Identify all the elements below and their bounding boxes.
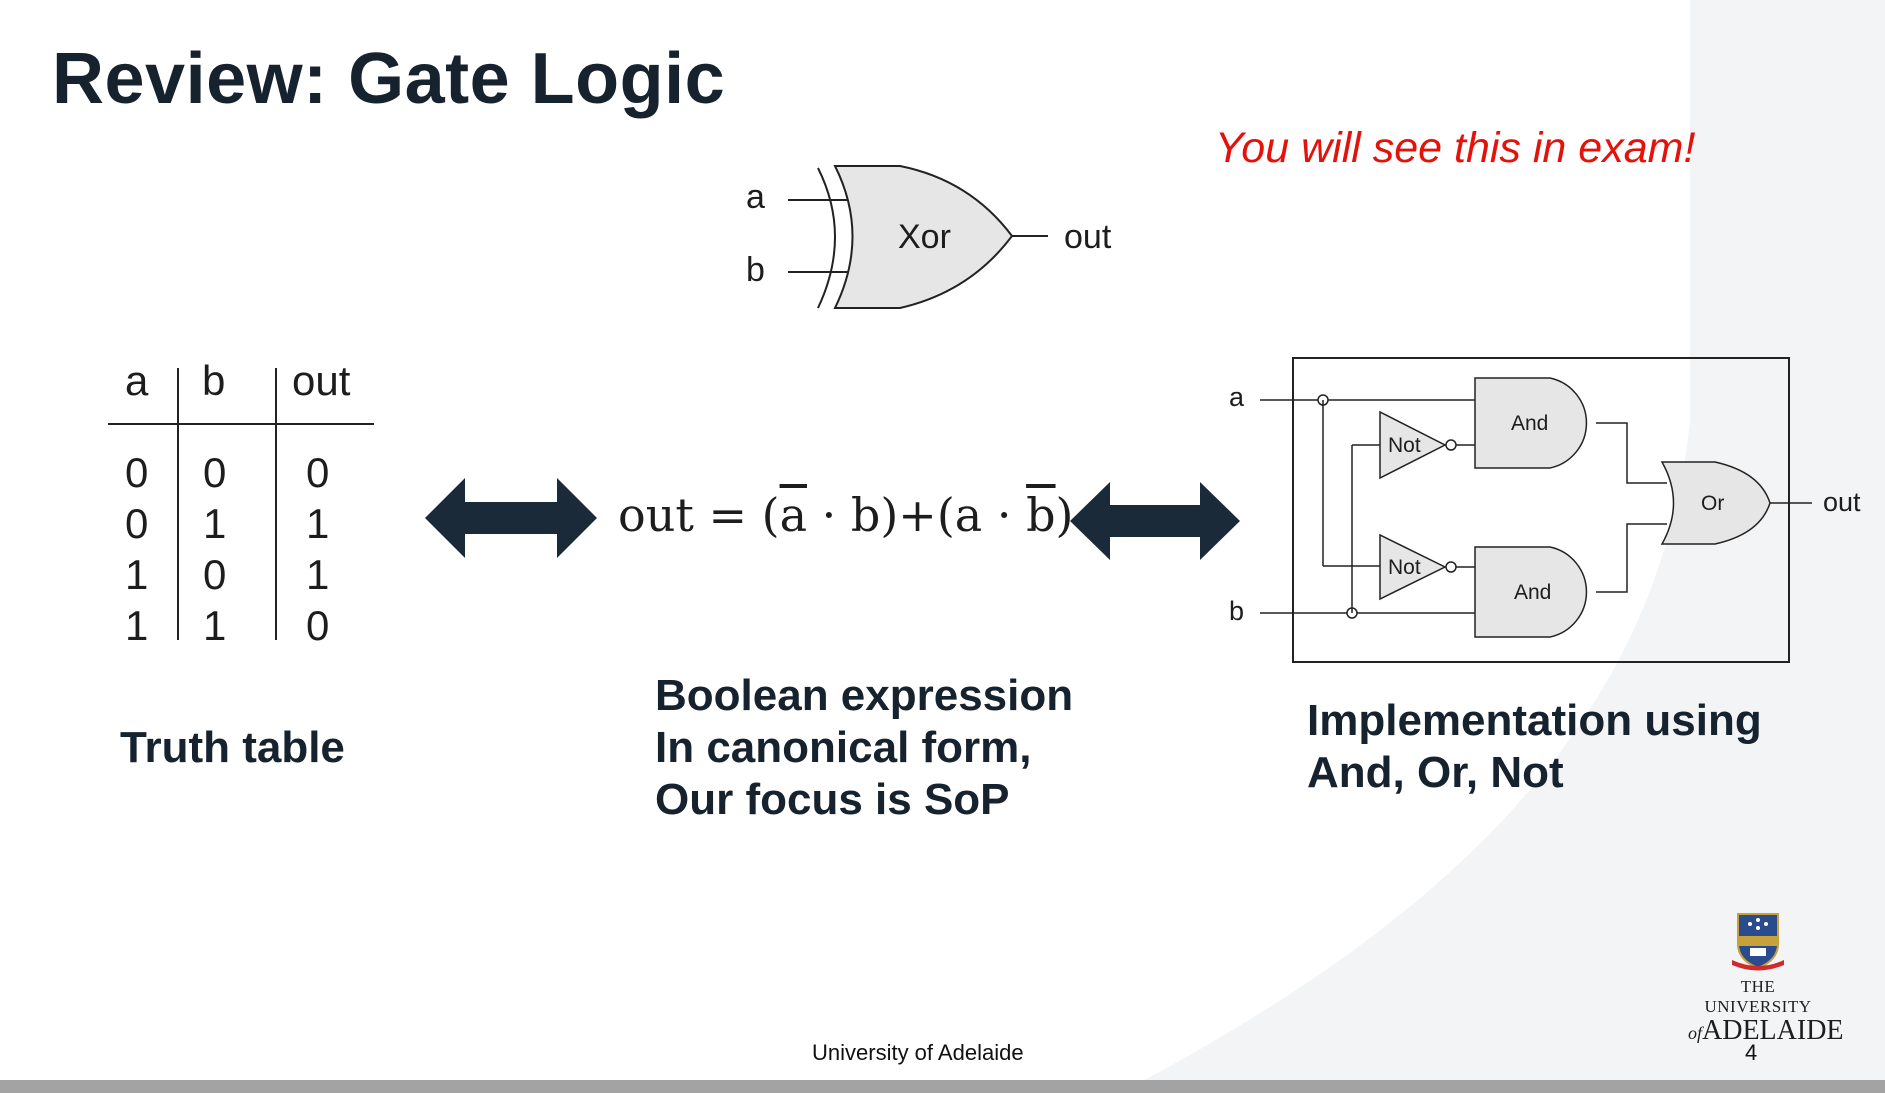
truth-table-cell: 0 [125, 500, 148, 547]
university-crest-icon [1732, 913, 1784, 971]
truth-table-cell: 0 [203, 449, 226, 496]
circuit-input-b-label: b [1229, 596, 1244, 626]
circuit-output-label: out [1823, 487, 1861, 517]
truth-table-header-b: b [202, 357, 225, 404]
truth-table: a b out 0 0 0 0 1 1 1 0 1 1 1 0 [108, 357, 374, 649]
truth-table-cell: 0 [306, 602, 329, 649]
not-bubble-top [1445, 439, 1457, 451]
expression-dot: · [821, 488, 837, 542]
expression-b: b [850, 488, 881, 542]
university-name-line1: THE UNIVERSITY [1704, 977, 1812, 1016]
circuit-diagram: a b Not Not And And Or out [1229, 357, 1861, 663]
xor-input-a-label: a [746, 178, 765, 216]
expression-paren: ( [936, 488, 955, 542]
double-arrow-left-icon [425, 478, 597, 558]
expression-a: a [954, 488, 983, 542]
expression-paren: ) [880, 488, 899, 542]
xor-output-label: out [1064, 218, 1112, 256]
not-top-label: Not [1388, 434, 1421, 457]
expression-lhs: out [618, 488, 694, 542]
truth-table-cell: 1 [306, 551, 329, 598]
truth-table-caption: Truth table [120, 723, 345, 772]
truth-table-cell: 1 [203, 602, 226, 649]
wire-and-bottom-out [1596, 523, 1667, 593]
footer-text: University of Adelaide [812, 1040, 1024, 1065]
expression-plus: + [898, 488, 937, 542]
truth-table-cell: 1 [125, 602, 148, 649]
implementation-caption-line: Implementation using [1307, 696, 1762, 745]
expression-dot: · [996, 488, 1012, 542]
boolean-expression-caption: Boolean expression In canonical form, Ou… [655, 670, 1073, 826]
exam-note: You will see this in exam! [1215, 124, 1696, 172]
boolean-caption-line: In canonical form, [655, 723, 1032, 772]
not-bottom-label: Not [1388, 556, 1421, 579]
university-name-line2: ofADELAIDE [1688, 1017, 1844, 1047]
and-top-label: And [1511, 412, 1548, 435]
truth-table-header-out: out [292, 357, 351, 404]
xor-gate-label: Xor [898, 218, 951, 256]
xor-input-b-label: b [746, 251, 765, 289]
wire-and-top-out [1596, 422, 1667, 484]
slide-title: Review: Gate Logic [52, 39, 726, 119]
truth-table-header-a: a [125, 357, 149, 404]
truth-table-cell: 1 [203, 500, 226, 547]
xor-back-arc [817, 167, 836, 309]
implementation-caption: Implementation using And, Or, Not [1307, 695, 1762, 799]
implementation-caption-line: And, Or, Not [1307, 748, 1564, 797]
bottom-bar [0, 1080, 1885, 1093]
page-number: 4 [1745, 1040, 1758, 1065]
or-gate-label: Or [1701, 492, 1724, 515]
boolean-caption-line: Boolean expression [655, 671, 1074, 720]
expression-a-bar: a [779, 488, 807, 542]
not-bubble-bottom [1445, 561, 1457, 573]
circuit-input-a-label: a [1229, 382, 1245, 412]
truth-table-cell: 1 [125, 551, 148, 598]
university-name-adelaide: ADELAIDE [1702, 1015, 1844, 1046]
expression-paren: ( [761, 488, 780, 542]
boolean-expression: out = (a · b)+(a · b) [618, 488, 1074, 542]
university-logo: THE UNIVERSITY ofADELAIDE [1688, 910, 1844, 1047]
university-name-of: of [1688, 1023, 1703, 1043]
truth-table-cell: 0 [203, 551, 226, 598]
expression-b-bar: b [1026, 488, 1056, 542]
truth-table-cell: 1 [306, 500, 329, 547]
truth-table-cell: 0 [306, 449, 329, 496]
boolean-caption-line: Our focus is SoP [655, 775, 1010, 824]
expression-equals: = [708, 488, 747, 542]
and-bottom-label: And [1514, 581, 1551, 604]
xor-gate-diagram: a b Xor out [746, 165, 1112, 309]
truth-table-cell: 0 [125, 449, 148, 496]
